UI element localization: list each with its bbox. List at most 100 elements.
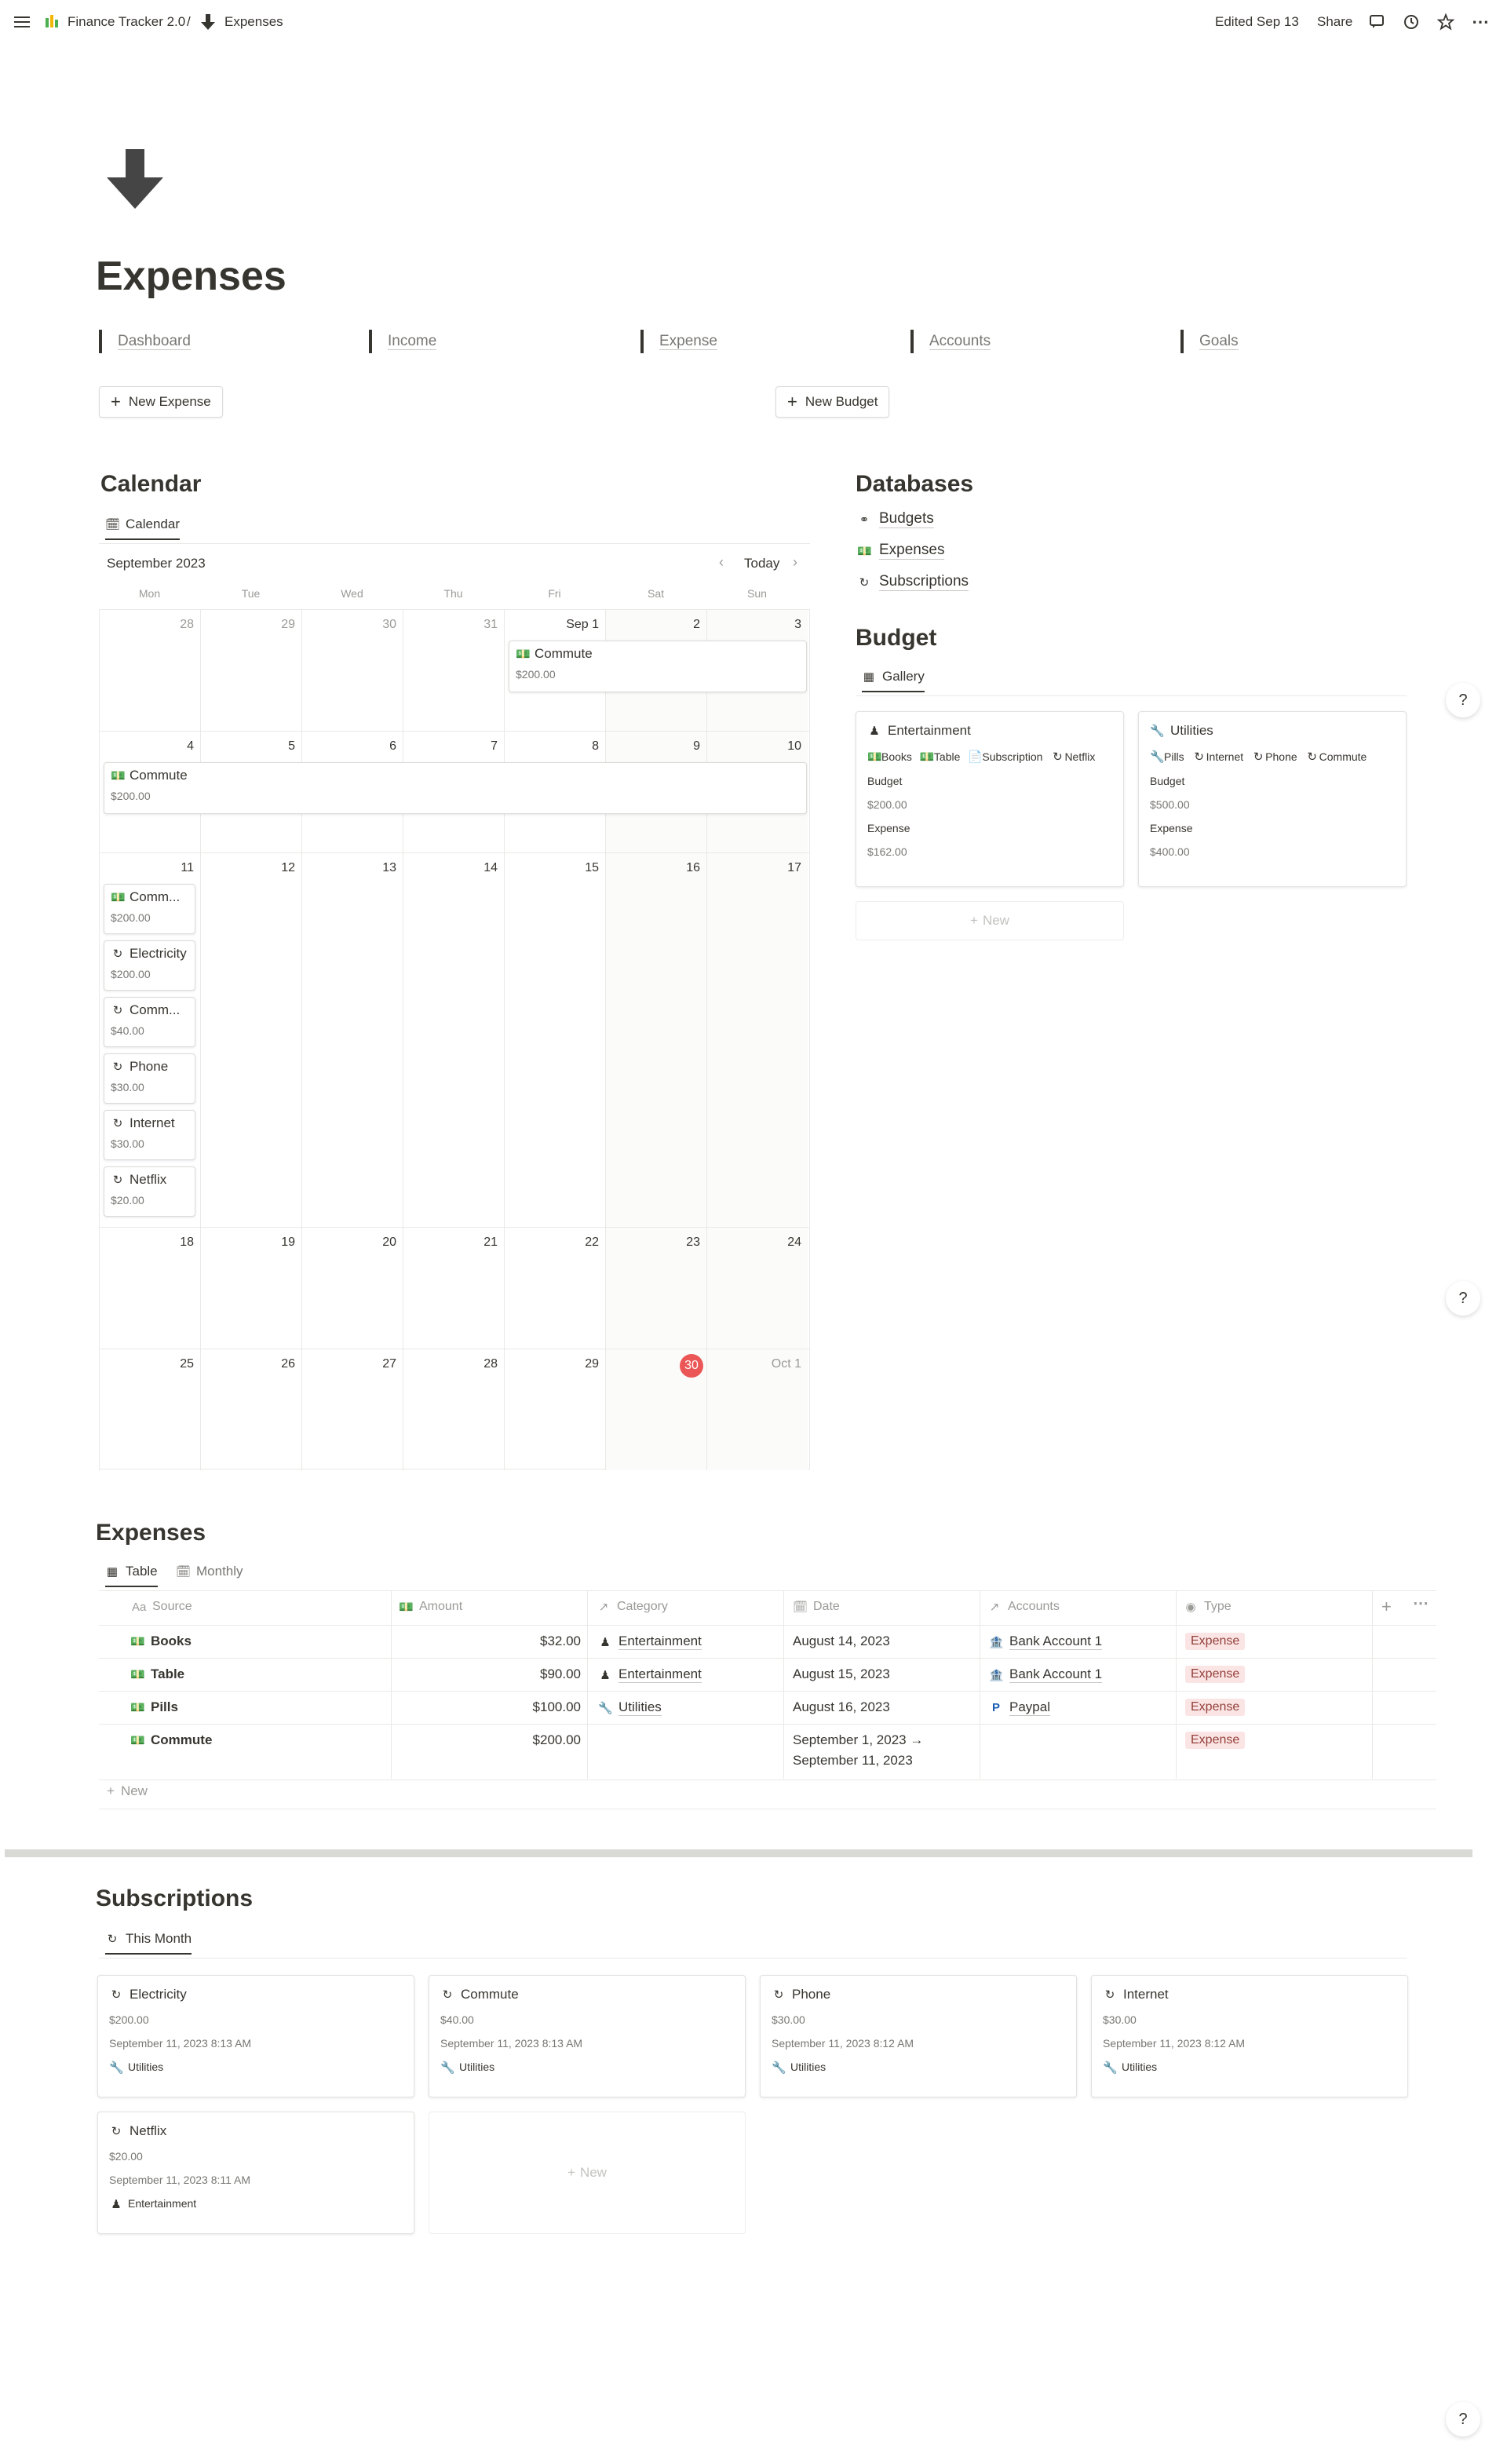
cell-source[interactable]: 💵 Table [130,1666,184,1682]
budget-card-entertainment[interactable]: ♟ Entertainment 💵Books 💵Table 📄Subscripti… [856,711,1124,887]
cell-amount[interactable]: $200.00 [399,1732,581,1748]
calendar-day[interactable]: 17 [706,853,808,1228]
calendar-event[interactable]: ↻ Internet $30.00 [104,1110,195,1160]
cell-date[interactable]: September 1, 2023 → [793,1732,923,1748]
relation-tag[interactable]: ↻ Commute [1305,750,1367,764]
calendar-day[interactable]: 14 [403,853,504,1228]
subscription-category[interactable]: Utilities [128,2061,163,2075]
relation-tag[interactable]: 💵Table [920,750,960,764]
calendar-event[interactable]: ↻ Netflix $20.00 [104,1166,195,1217]
more-options-icon[interactable]: ⋯ [1469,11,1491,33]
category-label[interactable]: Utilities [618,1699,662,1716]
calendar-day[interactable]: 24 [706,1228,808,1349]
column-header-accounts[interactable]: ↗ Accounts [987,1600,1060,1614]
cell-type[interactable]: Expense [1185,1666,1246,1683]
cell-amount[interactable]: $32.00 [399,1634,581,1649]
cell-type[interactable]: Expense [1185,1732,1246,1749]
tab-monthly[interactable]: 🗓 Monthly [176,1564,243,1579]
account-label[interactable]: Paypal [1009,1699,1050,1716]
category-label[interactable]: Entertainment [618,1634,702,1650]
cell-date[interactable]: August 15, 2023 [793,1666,890,1682]
menu-icon[interactable] [11,11,33,33]
relation-tag[interactable]: 🔧Pills [1150,750,1184,764]
subscription-card[interactable]: ↻ Netflix $20.00 September 11, 2023 8:11 … [97,2112,414,2234]
comment-icon[interactable] [1366,11,1388,33]
column-header-source[interactable]: Aa Source [132,1600,192,1614]
calendar-day[interactable]: 12 [200,853,301,1228]
tab-table[interactable]: ▦ Table [105,1564,158,1587]
relation-tag[interactable]: 📄Subscription [968,750,1042,764]
breadcrumb-page[interactable]: Expenses [224,14,283,30]
calendar-day[interactable]: 29 [200,610,301,732]
cell-category[interactable]: 🔧 Utilities [598,1699,662,1716]
new-subscription-card[interactable]: + New [429,2112,746,2234]
budget-card-utilities[interactable]: 🔧 Utilities 🔧Pills ↻ Internet ↻ Phone ↻ Comm… [1138,711,1407,887]
calendar-day[interactable]: 28 [99,610,200,732]
database-link-label[interactable]: Budgets [879,510,934,528]
subscription-card[interactable]: ↻ Internet $30.00 September 11, 2023 8:12… [1091,1975,1408,2097]
calendar-day[interactable]: 15 [504,853,605,1228]
calendar-event[interactable]: ↻ Electricity $200.00 [104,940,195,991]
new-row-button[interactable]: + New [107,1783,148,1799]
database-link-subscriptions[interactable]: ↻ Subscriptions [857,573,969,591]
database-link-budgets[interactable]: ⚭ Budgets [857,510,934,528]
category-label[interactable]: Entertainment [618,1666,702,1683]
cell-type[interactable]: Expense [1185,1633,1246,1650]
database-link-expenses[interactable]: 💵 Expenses [857,542,945,560]
column-header-amount[interactable]: 💵 Amount [399,1600,462,1614]
cell-type[interactable]: Expense [1185,1699,1246,1716]
cell-source[interactable]: 💵 Books [130,1634,192,1649]
nav-accounts-label[interactable]: Accounts [929,333,991,350]
help-button[interactable]: ? [1446,683,1480,717]
calendar-day[interactable]: 27 [301,1349,403,1470]
calendar-day[interactable]: 25 [99,1349,200,1470]
account-label[interactable]: Bank Account 1 [1009,1634,1103,1650]
calendar-day[interactable]: 18 [99,1228,200,1349]
cell-category[interactable]: ♟ Entertainment [598,1666,702,1683]
nav-dashboard[interactable]: Dashboard [99,330,191,353]
help-button[interactable]: ? [1446,1281,1480,1316]
subscription-card[interactable]: ↻ Phone $30.00 September 11, 2023 8:12 AM… [760,1975,1077,2097]
table-row[interactable]: 💵 Books $32.00 ♟ Entertainment August 14, … [99,1625,1436,1659]
next-month-icon[interactable]: › [793,554,797,571]
cell-source[interactable]: 💵 Commute [130,1732,212,1748]
history-icon[interactable] [1400,11,1422,33]
cell-amount[interactable]: $90.00 [399,1666,581,1682]
calendar-day[interactable]: 29 [504,1349,605,1470]
new-budget-card[interactable]: + New [856,901,1124,940]
cell-date[interactable]: August 14, 2023 [793,1634,890,1649]
today-button[interactable]: Today [744,556,779,571]
table-row[interactable]: 💵 Commute $200.00 September 1, 2023 → Sep… [99,1724,1436,1780]
calendar-day[interactable]: 13 [301,853,403,1228]
nav-income-label[interactable]: Income [388,333,437,350]
subscription-card[interactable]: ↻ Electricity $200.00 September 11, 2023 … [97,1975,414,2097]
database-link-label[interactable]: Subscriptions [879,573,969,591]
nav-expense-label[interactable]: Expense [659,333,717,350]
table-row[interactable]: 💵 Pills $100.00 🔧 Utilities August 16, 202… [99,1691,1436,1725]
breadcrumb-workspace[interactable]: Finance Tracker 2.0 [68,14,185,30]
cell-amount[interactable]: $100.00 [399,1699,581,1715]
relation-tag[interactable]: 💵Books [867,750,912,764]
cell-account[interactable]: 🏦 Bank Account 1 [989,1666,1103,1683]
star-icon[interactable] [1435,11,1457,33]
page-icon-arrow-down[interactable] [107,149,163,213]
nav-income[interactable]: Income [369,330,437,353]
nav-expense[interactable]: Expense [640,330,717,353]
column-header-type[interactable]: ◉ Type [1184,1600,1231,1614]
new-expense-button[interactable]: + New Expense [99,386,223,418]
calendar-event[interactable]: 💵 Commute $200.00 [104,762,807,814]
relation-tag[interactable]: ↻ Netflix [1050,750,1095,764]
nav-goals-label[interactable]: Goals [1199,333,1239,350]
relation-tag[interactable]: ↻ Internet [1192,750,1243,764]
tab-this-month[interactable]: ↻ This Month [105,1931,192,1955]
nav-dashboard-label[interactable]: Dashboard [118,333,191,350]
cell-source[interactable]: 💵 Pills [130,1699,178,1715]
column-header-category[interactable]: ↗ Category [597,1600,668,1614]
column-header-date[interactable]: 🗓 Date [793,1600,840,1614]
nav-accounts[interactable]: Accounts [910,330,991,353]
calendar-event[interactable]: 💵 Commute $200.00 [509,641,807,692]
account-label[interactable]: Bank Account 1 [1009,1666,1103,1683]
table-row[interactable]: 💵 Table $90.00 ♟ Entertainment August 15, … [99,1658,1436,1692]
calendar-event[interactable]: ↻ Phone $30.00 [104,1053,195,1104]
more-options-icon[interactable]: ⋯ [1413,1593,1429,1613]
